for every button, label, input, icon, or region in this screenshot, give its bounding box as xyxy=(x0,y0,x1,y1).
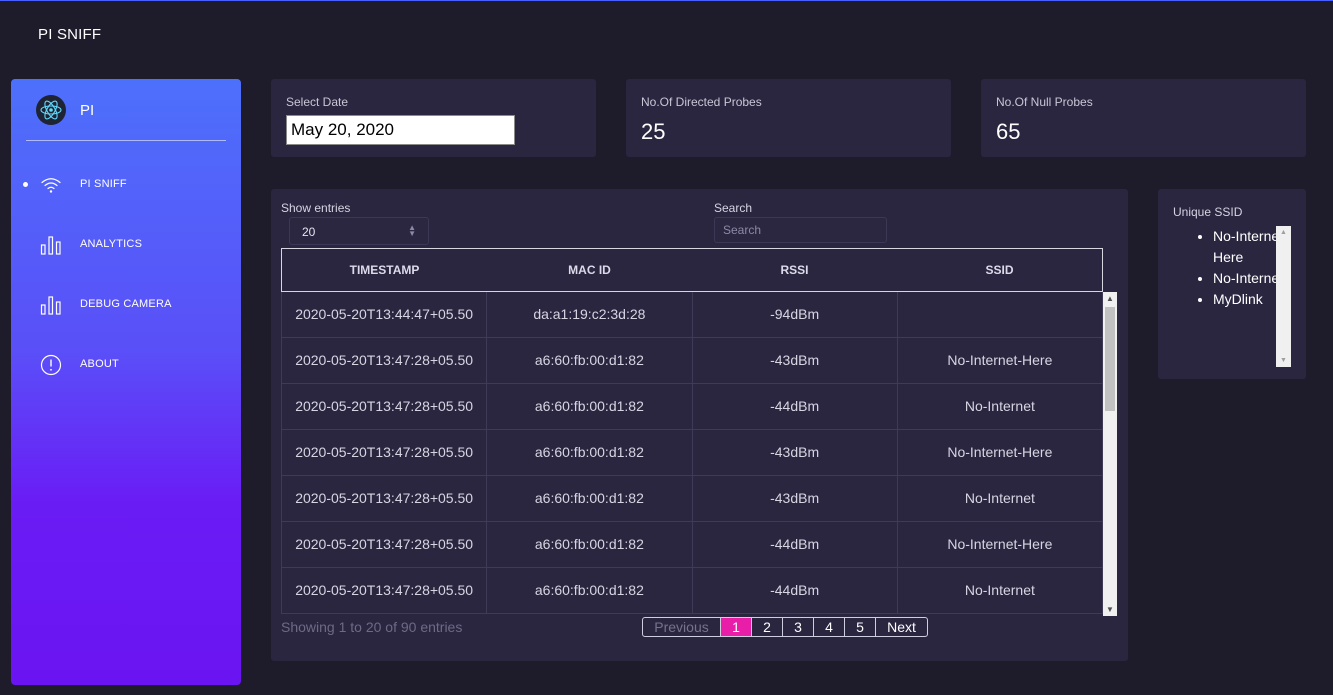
table-row: 2020-05-20T13:47:28+05.50 a6:60:fb:00:d1… xyxy=(282,476,1103,522)
column-header-mac-id[interactable]: MAC ID xyxy=(487,249,692,291)
null-probes-value: 65 xyxy=(996,119,1021,144)
scrollbar-thumb[interactable] xyxy=(1105,307,1115,411)
next-page-button[interactable]: Next xyxy=(876,618,927,636)
unique-ssid-list[interactable]: No-Internet-Here No-Internet MyDlink xyxy=(1173,226,1291,366)
cell-mac-id: a6:60:fb:00:d1:82 xyxy=(487,338,693,383)
active-indicator-dot xyxy=(23,182,28,187)
ssid-scrollbar[interactable]: ▲ ▼ xyxy=(1276,226,1291,367)
cell-rssi: -44dBm xyxy=(693,522,898,567)
entries-select-value: 20 xyxy=(302,225,316,239)
sidebar-item-label: ANALYTICS xyxy=(80,238,143,250)
cell-ssid xyxy=(898,292,1103,337)
probes-table-panel: Show entries 20 ▲▼ Search TIMESTAMP MAC … xyxy=(271,189,1128,661)
sidebar-header: PI xyxy=(26,79,226,141)
select-arrows-icon: ▲ ▼ xyxy=(408,223,416,238)
search-input[interactable] xyxy=(714,217,887,243)
cell-rssi: -43dBm xyxy=(693,430,898,475)
cell-ssid: No-Internet-Here xyxy=(898,430,1103,475)
cell-rssi: -43dBm xyxy=(693,338,898,383)
cell-timestamp: 2020-05-20T13:47:28+05.50 xyxy=(282,430,488,475)
sidebar: PI PI SNIFF ANALYTICS DEBUG CAMERA ABOUT xyxy=(11,79,241,685)
directed-probes-card: No.Of Directed Probes 25 xyxy=(626,79,951,157)
cell-ssid: No-Internet xyxy=(898,476,1103,521)
cell-mac-id: a6:60:fb:00:d1:82 xyxy=(487,568,693,613)
scroll-down-icon[interactable]: ▼ xyxy=(1103,605,1117,614)
previous-page-button[interactable]: Previous xyxy=(643,618,721,636)
page-4-button[interactable]: 4 xyxy=(814,618,845,636)
table-header: TIMESTAMP MAC ID RSSI SSID xyxy=(281,248,1103,292)
scroll-up-icon[interactable]: ▲ xyxy=(1276,229,1291,236)
react-logo-icon[interactable] xyxy=(36,95,66,125)
sidebar-item-debug-camera[interactable]: DEBUG CAMERA xyxy=(11,285,241,325)
sidebar-item-label: ABOUT xyxy=(80,358,119,370)
cell-rssi: -44dBm xyxy=(693,568,898,613)
pagination: Previous 1 2 3 4 5 Next xyxy=(642,617,928,637)
select-date-card: Select Date xyxy=(271,79,596,157)
sidebar-item-analytics[interactable]: ANALYTICS xyxy=(11,225,241,265)
cell-timestamp: 2020-05-20T13:47:28+05.50 xyxy=(282,522,488,567)
scroll-up-icon[interactable]: ▲ xyxy=(1103,294,1117,303)
directed-probes-value: 25 xyxy=(641,119,666,144)
wifi-icon xyxy=(39,173,63,197)
sidebar-item-pi-sniff[interactable]: PI SNIFF xyxy=(11,165,241,205)
sidebar-item-about[interactable]: ABOUT xyxy=(11,345,241,385)
cell-ssid: No-Internet-Here xyxy=(898,522,1103,567)
page-1-button[interactable]: 1 xyxy=(721,618,752,636)
table-scrollbar[interactable]: ▲ ▼ xyxy=(1103,292,1117,616)
scroll-down-icon[interactable]: ▼ xyxy=(1276,357,1291,364)
cell-mac-id: a6:60:fb:00:d1:82 xyxy=(487,384,693,429)
show-entries-label: Show entries xyxy=(281,201,351,215)
page-3-button[interactable]: 3 xyxy=(783,618,814,636)
entries-select[interactable]: 20 ▲ ▼ xyxy=(289,217,429,245)
search-label: Search xyxy=(714,201,753,215)
cell-ssid: No-Internet xyxy=(898,384,1103,429)
page-5-button[interactable]: 5 xyxy=(845,618,876,636)
cell-rssi: -43dBm xyxy=(693,476,898,521)
cell-ssid: No-Internet-Here xyxy=(898,338,1103,383)
top-accent-line xyxy=(0,0,1333,1)
cell-timestamp: 2020-05-20T13:47:28+05.50 xyxy=(282,338,488,383)
directed-probes-label: No.Of Directed Probes xyxy=(641,95,762,109)
cell-mac-id: a6:60:fb:00:d1:82 xyxy=(487,522,693,567)
cell-rssi: -94dBm xyxy=(693,292,898,337)
table-info: Showing 1 to 20 of 90 entries xyxy=(281,619,463,635)
app-brand: PI SNIFF xyxy=(38,26,102,43)
cell-rssi: -44dBm xyxy=(693,384,898,429)
table-row: 2020-05-20T13:47:28+05.50 a6:60:fb:00:d1… xyxy=(282,522,1103,568)
table-row: 2020-05-20T13:44:47+05.50 da:a1:19:c2:3d… xyxy=(282,292,1103,338)
sidebar-item-label: PI SNIFF xyxy=(80,178,127,190)
page-2-button[interactable]: 2 xyxy=(752,618,783,636)
column-header-timestamp[interactable]: TIMESTAMP xyxy=(282,249,487,291)
table-row: 2020-05-20T13:47:28+05.50 a6:60:fb:00:d1… xyxy=(282,384,1103,430)
column-header-rssi[interactable]: RSSI xyxy=(692,249,897,291)
column-header-ssid[interactable]: SSID xyxy=(897,249,1102,291)
null-probes-card: No.Of Null Probes 65 xyxy=(981,79,1306,157)
table-row: 2020-05-20T13:47:28+05.50 a6:60:fb:00:d1… xyxy=(282,568,1103,614)
table-body[interactable]: 2020-05-20T13:44:47+05.50 da:a1:19:c2:3d… xyxy=(281,292,1103,614)
null-probes-label: No.Of Null Probes xyxy=(996,95,1093,109)
table-row: 2020-05-20T13:47:28+05.50 a6:60:fb:00:d1… xyxy=(282,430,1103,476)
cell-mac-id: a6:60:fb:00:d1:82 xyxy=(487,430,693,475)
cell-timestamp: 2020-05-20T13:44:47+05.50 xyxy=(282,292,488,337)
select-date-label: Select Date xyxy=(286,95,349,109)
cell-timestamp: 2020-05-20T13:47:28+05.50 xyxy=(282,476,488,521)
sidebar-item-label: DEBUG CAMERA xyxy=(80,298,172,310)
table-row: 2020-05-20T13:47:28+05.50 a6:60:fb:00:d1… xyxy=(282,338,1103,384)
info-icon xyxy=(39,353,63,377)
cell-ssid: No-Internet xyxy=(898,568,1103,613)
bar-chart-icon xyxy=(39,233,63,257)
sidebar-title[interactable]: PI xyxy=(80,102,94,119)
unique-ssid-card: Unique SSID No-Internet-Here No-Internet… xyxy=(1158,189,1306,379)
cell-timestamp: 2020-05-20T13:47:28+05.50 xyxy=(282,568,488,613)
cell-mac-id: a6:60:fb:00:d1:82 xyxy=(487,476,693,521)
bar-chart-icon xyxy=(39,293,63,317)
date-input[interactable] xyxy=(286,115,515,145)
cell-timestamp: 2020-05-20T13:47:28+05.50 xyxy=(282,384,488,429)
unique-ssid-title: Unique SSID xyxy=(1173,205,1243,219)
cell-mac-id: da:a1:19:c2:3d:28 xyxy=(487,292,693,337)
